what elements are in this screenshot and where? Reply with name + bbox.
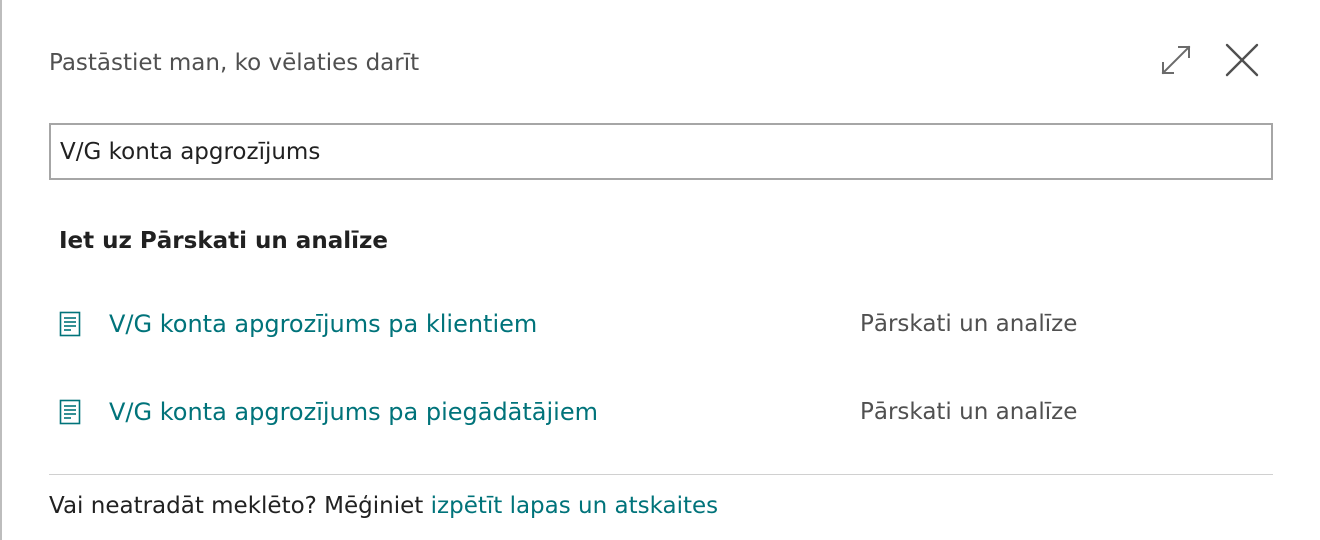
dialog-title: Pastāstiet man, ko vēlaties darīt	[49, 50, 420, 76]
dialog-header-actions	[1158, 42, 1260, 78]
close-button[interactable]	[1224, 42, 1260, 78]
search-field-container	[49, 123, 1273, 180]
footer-divider	[49, 474, 1273, 475]
footer-text: Vai neatradāt meklēto? Mēģiniet	[49, 493, 424, 519]
result-item[interactable]: V/G konta apgrozījums pa piegādātājiem P…	[49, 384, 1273, 440]
explore-pages-link[interactable]: izpētīt lapas un atskaites	[431, 493, 719, 519]
report-icon	[59, 399, 81, 425]
expand-icon	[1161, 45, 1191, 75]
results-group-heading: Iet uz Pārskati un analīze	[59, 228, 388, 254]
tell-me-dialog: Pastāstiet man, ko vēlaties darīt Iet u	[0, 0, 1320, 540]
expand-button[interactable]	[1158, 42, 1194, 78]
footer-hint: Vai neatradāt meklēto? Mēģiniet izpētīt …	[49, 491, 718, 521]
report-icon	[59, 311, 81, 337]
dialog-left-border	[0, 0, 2, 540]
result-item-category: Pārskati un analīze	[860, 311, 1078, 337]
result-item-name: V/G konta apgrozījums pa piegādātājiem	[109, 398, 598, 426]
close-icon	[1225, 43, 1259, 77]
result-item-category: Pārskati un analīze	[860, 399, 1078, 425]
search-input[interactable]	[51, 125, 1271, 178]
result-item[interactable]: V/G konta apgrozījums pa klientiem Pārsk…	[49, 296, 1273, 352]
result-item-name: V/G konta apgrozījums pa klientiem	[109, 310, 538, 338]
